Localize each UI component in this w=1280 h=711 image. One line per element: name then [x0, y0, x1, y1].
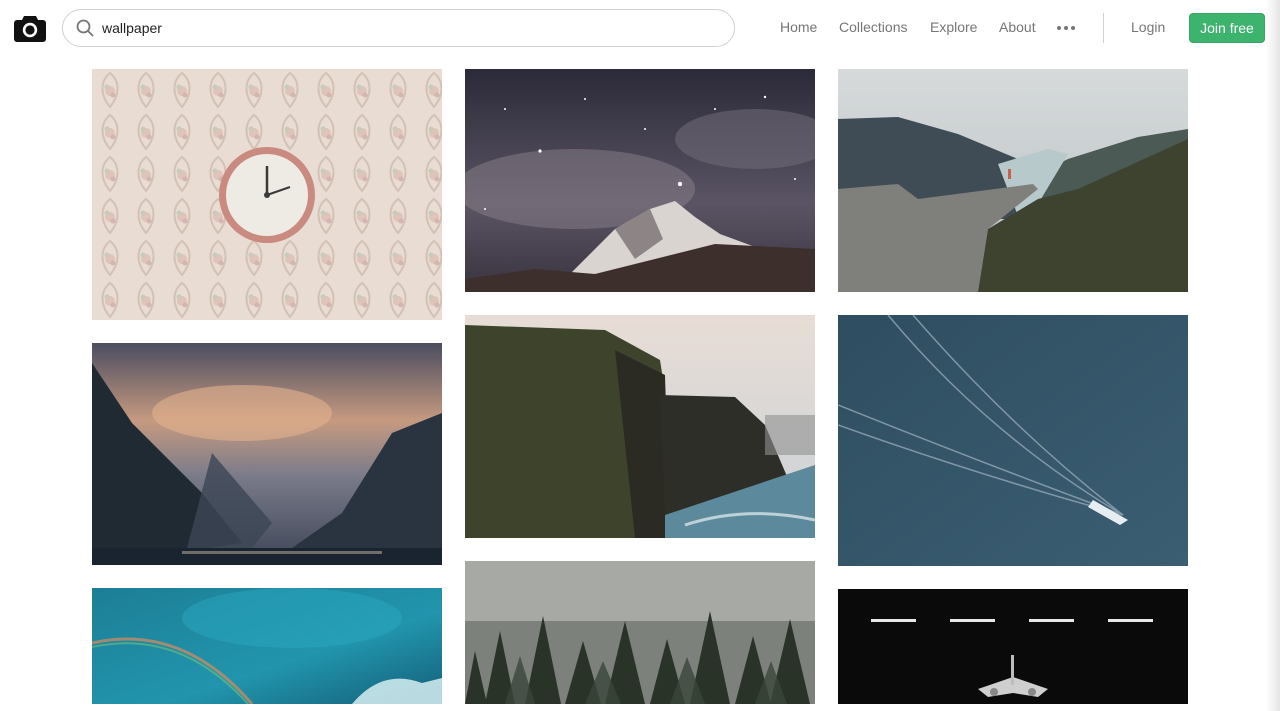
nav-divider [1103, 13, 1104, 43]
search-input[interactable] [102, 10, 722, 46]
photo-misty-fjord[interactable] [92, 343, 442, 565]
login-link[interactable]: Login [1131, 19, 1165, 35]
search-bar[interactable] [62, 9, 735, 47]
photo-starry-mountain[interactable] [465, 69, 815, 292]
photo-clock-wallpaper[interactable] [92, 69, 442, 320]
join-free-button[interactable]: Join free [1189, 13, 1265, 43]
camera-icon[interactable] [14, 13, 46, 43]
photo-foggy-forest[interactable] [465, 561, 815, 704]
photo-boat-wake[interactable] [838, 315, 1188, 566]
photo-fjord-cliff[interactable] [838, 69, 1188, 292]
top-bar: Home Collections Explore About Login Joi… [0, 0, 1280, 56]
scrollbar-shadow [1266, 0, 1280, 711]
search-icon [76, 19, 94, 37]
nav-collections-link[interactable]: Collections [839, 19, 907, 35]
nav-explore-link[interactable]: Explore [930, 19, 977, 35]
nav-about-link[interactable]: About [999, 19, 1036, 35]
photo-turquoise-water[interactable] [92, 588, 442, 704]
photo-plane-hangar[interactable] [838, 589, 1188, 704]
more-horizontal-icon[interactable] [1057, 26, 1077, 31]
nav-home-link[interactable]: Home [780, 19, 817, 35]
photo-green-cliffs[interactable] [465, 315, 815, 538]
